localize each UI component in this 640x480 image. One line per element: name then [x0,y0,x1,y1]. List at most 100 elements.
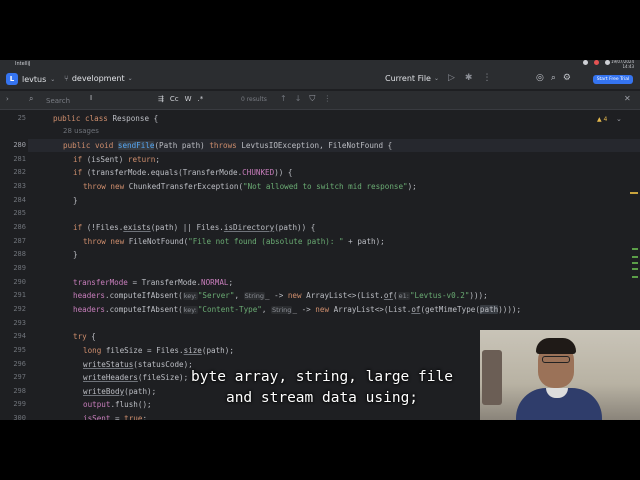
usages-hint[interactable]: 28 usages [63,127,99,135]
scroll-marker[interactable] [632,262,638,264]
scroll-marker[interactable] [632,276,638,278]
token: (path) || Files. [150,223,224,232]
background-fan [482,350,502,405]
new-line-icon[interactable]: ⇶ [158,95,164,103]
line-number: 284 [13,196,26,204]
param-hint: e1: [397,292,410,300]
letterbox-bottom [0,420,640,480]
run-config-selector[interactable]: Current File ⌄ [385,74,439,83]
start-trial-button[interactable]: Start Free Trial [593,75,633,84]
line-number: 294 [13,332,26,340]
line-number: 287 [13,237,26,245]
warning-indicator[interactable]: ▲ 4 [597,116,607,123]
line-number: 282 [13,168,26,176]
token: "File not found (absolute path): " [188,237,344,246]
token: NORMAL [201,278,229,287]
scroll-marker[interactable] [632,248,638,250]
type-hint: String [243,292,265,300]
code-line: public void sendFile(Path path) throws L… [63,141,392,150]
token: LevtusIOException, FileNotFound { [241,141,393,150]
token: ChunkedTransferException( [128,182,244,191]
code-line: try { [73,332,96,341]
status-icon[interactable] [583,60,588,65]
line-number: 293 [13,319,26,327]
token: (getMimeType( [420,305,480,314]
code-line: throw new ChunkedTransferException("Not … [83,182,417,191]
token: of [383,291,394,300]
search-options: ⇶ Cc W .* [158,95,203,103]
line-number: 289 [13,264,26,272]
token: throw new [83,182,129,191]
git-branch-icon: ⑂ [64,74,69,83]
token: } [73,196,78,205]
branch-selector[interactable]: ⑂ development ⌄ [64,74,133,83]
token: (Path path) [154,141,210,150]
token: , [234,291,244,300]
token: Response { [112,114,159,123]
chevron-down-icon[interactable]: ⌄ [616,115,622,123]
token: , [261,305,272,314]
menubar-app-name[interactable]: IntelliJ [15,60,30,69]
run-actions: ▷ ✱ ⋮ [448,73,491,83]
line-number: 25 [17,114,26,122]
chevron-down-icon: ⌄ [50,75,56,83]
token: ; [228,278,234,287]
toolbar-right-icons: ◎ ⌕ ⚙ [536,73,571,83]
project-badge: L [6,73,18,85]
token: ( [393,291,398,300]
wifi-icon[interactable] [605,60,610,65]
run-icon[interactable]: ▷ [448,73,455,83]
token: .computeIfAbsent( [105,305,183,314]
whole-words-toggle[interactable]: W [185,95,192,103]
token: } [73,250,78,259]
prev-occurrence-icon[interactable]: ↑ [280,94,287,104]
match-case-toggle[interactable]: Cc [170,95,179,103]
expand-replace-icon[interactable]: › [6,95,9,103]
more-options-icon[interactable]: ⋮ [323,94,331,104]
token: return [127,155,156,164]
presenter-glasses [542,356,570,363]
search-icon[interactable]: ⌕ [29,94,33,104]
token: (isSent) [86,155,128,164]
token: writeHeaders [83,373,138,382]
regex-toggle[interactable]: .* [198,95,204,103]
filter-icon[interactable]: ⛉ [309,94,315,104]
token: "Server" [197,291,235,300]
warning-count: 4 [603,116,608,123]
token: output [83,400,111,409]
line-number: 290 [13,278,26,286]
search-everywhere-icon[interactable]: ⌕ [551,73,556,83]
code-line: } [73,196,78,205]
search-input[interactable] [46,95,146,106]
line-number: 286 [13,223,26,231]
token: "Not allowed to switch mid response" [243,182,408,191]
close-icon[interactable]: ✕ [624,94,631,103]
text-cursor-icon: I [90,94,93,102]
token: "Levtus-v0.2" [409,291,470,300]
token: (transferMode.equals(TransferMode. [86,168,243,177]
code-line: headers.computeIfAbsent(key:"Content-Typ… [73,305,521,314]
token: FileNotFound( [128,237,189,246]
token: (path); [124,387,157,396]
token: path [479,305,499,314]
more-icon[interactable]: ⋮ [482,73,491,83]
recording-icon[interactable] [594,60,599,65]
settings-icon[interactable]: ⚙ [563,73,571,83]
code-line: writeBody(path); [83,387,156,396]
project-selector[interactable]: L levtus ⌄ [6,73,55,85]
token: ; [155,155,160,164]
token: CHUNKED [242,168,275,177]
scroll-marker[interactable] [632,268,638,270]
menubar-clock[interactable]: 19/07/2024 14:43 [611,60,634,69]
line-number: 296 [13,360,26,368]
search-navigation: ↑ ↓ ⛉ ⋮ [280,94,331,104]
scroll-marker[interactable] [632,256,638,258]
token: )))); [498,305,522,314]
code-line: if (isSent) return; [73,155,160,164]
scroll-marker[interactable] [630,192,638,194]
code-line: throw new FileNotFound("File not found (… [83,237,385,246]
next-occurrence-icon[interactable]: ↓ [295,94,302,104]
token: )) { [274,168,293,177]
ai-assistant-icon[interactable]: ◎ [536,73,544,83]
debug-icon[interactable]: ✱ [465,73,473,83]
